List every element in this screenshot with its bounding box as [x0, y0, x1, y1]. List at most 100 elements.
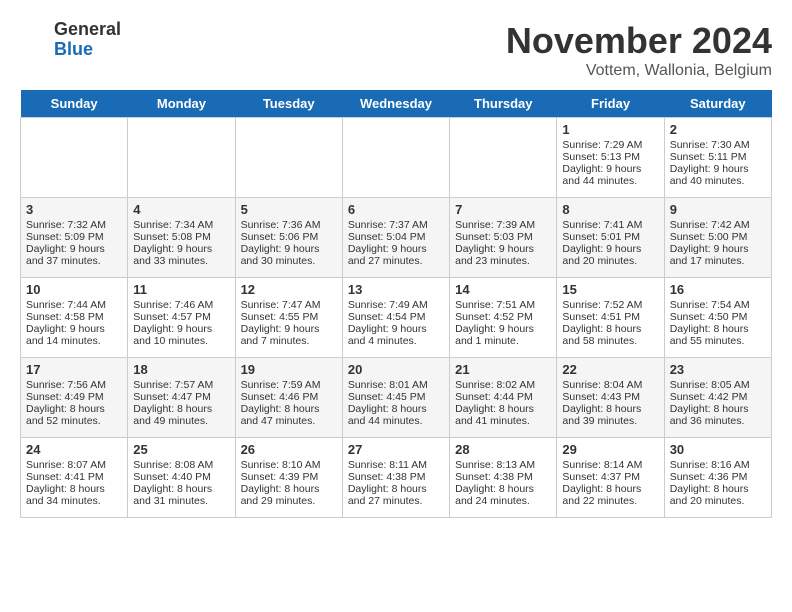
day-number: 29	[562, 442, 658, 457]
day-number: 7	[455, 202, 551, 217]
day-info: Sunset: 4:55 PM	[241, 311, 337, 323]
calendar-cell: 10Sunrise: 7:44 AMSunset: 4:58 PMDayligh…	[21, 278, 128, 358]
day-info: Sunrise: 8:16 AM	[670, 459, 766, 471]
calendar-cell: 2Sunrise: 7:30 AMSunset: 5:11 PMDaylight…	[664, 118, 771, 198]
calendar-body: 1 Sunrise: 7:29 AMSunset: 5:13 PM Daylight…	[21, 118, 772, 518]
calendar-cell: 21Sunrise: 8:02 AMSunset: 4:44 PMDayligh…	[450, 358, 557, 438]
day-number: 11	[133, 282, 229, 297]
day-info: Daylight: 9 hours and 14 minutes.	[26, 323, 122, 347]
day-number: 1	[562, 122, 658, 137]
day-info: Sunrise: 7:46 AM	[133, 299, 229, 311]
calendar-header: SundayMondayTuesdayWednesdayThursdayFrid…	[21, 90, 772, 118]
day-number: 8	[562, 202, 658, 217]
month-title: November 2024	[506, 20, 772, 62]
day-info: Daylight: 9 hours and 7 minutes.	[241, 323, 337, 347]
day-number: 28	[455, 442, 551, 457]
day-info: Sunrise: 8:05 AM	[670, 379, 766, 391]
day-info: Sunrise: 8:01 AM	[348, 379, 444, 391]
day-info: Daylight: 9 hours and 20 minutes.	[562, 243, 658, 267]
day-info: Sunset: 4:36 PM	[670, 471, 766, 483]
day-info: Sunset: 4:51 PM	[562, 311, 658, 323]
day-info: Daylight: 9 hours and 1 minute.	[455, 323, 551, 347]
day-number: 16	[670, 282, 766, 297]
day-info: Sunset: 4:52 PM	[455, 311, 551, 323]
calendar-cell: 17Sunrise: 7:56 AMSunset: 4:49 PMDayligh…	[21, 358, 128, 438]
calendar-cell: 24Sunrise: 8:07 AMSunset: 4:41 PMDayligh…	[21, 438, 128, 518]
day-info: Sunrise: 8:08 AM	[133, 459, 229, 471]
calendar-cell: 23Sunrise: 8:05 AMSunset: 4:42 PMDayligh…	[664, 358, 771, 438]
day-info: Sunrise: 7:47 AM	[241, 299, 337, 311]
logo-text: General Blue	[54, 20, 121, 60]
day-info: Sunset: 4:43 PM	[562, 391, 658, 403]
calendar-cell	[128, 118, 235, 198]
day-info: Sunrise: 8:11 AM	[348, 459, 444, 471]
logo-icon	[20, 25, 50, 55]
day-info: Sunset: 4:41 PM	[26, 471, 122, 483]
day-number: 23	[670, 362, 766, 377]
day-info: Daylight: 8 hours and 44 minutes.	[348, 403, 444, 427]
calendar-cell: 29Sunrise: 8:14 AMSunset: 4:37 PMDayligh…	[557, 438, 664, 518]
calendar-cell: 12Sunrise: 7:47 AMSunset: 4:55 PMDayligh…	[235, 278, 342, 358]
calendar-cell	[342, 118, 449, 198]
day-info: Sunset: 5:01 PM	[562, 231, 658, 243]
day-info: Sunrise: 7:39 AM	[455, 219, 551, 231]
calendar-cell: 7Sunrise: 7:39 AMSunset: 5:03 PMDaylight…	[450, 198, 557, 278]
day-info: Sunrise: 8:13 AM	[455, 459, 551, 471]
day-info: Sunrise: 8:10 AM	[241, 459, 337, 471]
day-number: 6	[348, 202, 444, 217]
week-row-5: 24 Sunrise: 8:07 AMSunset: 4:41 PM Dayligh…	[21, 438, 772, 518]
day-info: Daylight: 9 hours and 4 minutes.	[348, 323, 444, 347]
day-info: Sunset: 5:03 PM	[455, 231, 551, 243]
day-info: Sunset: 5:11 PM	[670, 151, 766, 163]
day-info: Sunrise: 8:07 AM	[26, 459, 122, 471]
calendar-cell: 30Sunrise: 8:16 AMSunset: 4:36 PMDayligh…	[664, 438, 771, 518]
day-number: 9	[670, 202, 766, 217]
day-info: Sunset: 4:39 PM	[241, 471, 337, 483]
week-row-2: 3 Sunrise: 7:32 AMSunset: 5:09 PM Daylight…	[21, 198, 772, 278]
calendar-cell: 22Sunrise: 8:04 AMSunset: 4:43 PMDayligh…	[557, 358, 664, 438]
calendar-cell: 6Sunrise: 7:37 AMSunset: 5:04 PMDaylight…	[342, 198, 449, 278]
day-info: Daylight: 9 hours and 17 minutes.	[670, 243, 766, 267]
calendar-cell: 5Sunrise: 7:36 AMSunset: 5:06 PMDaylight…	[235, 198, 342, 278]
day-number: 25	[133, 442, 229, 457]
day-number: 19	[241, 362, 337, 377]
day-info: Sunrise: 7:34 AM	[133, 219, 229, 231]
calendar-cell: 16Sunrise: 7:54 AMSunset: 4:50 PMDayligh…	[664, 278, 771, 358]
day-number: 17	[26, 362, 122, 377]
day-info: Sunrise: 7:32 AM	[26, 219, 122, 231]
day-info: Sunrise: 7:59 AM	[241, 379, 337, 391]
calendar-cell	[235, 118, 342, 198]
day-info: Sunset: 5:13 PM	[562, 151, 658, 163]
day-number: 2	[670, 122, 766, 137]
day-info: Daylight: 8 hours and 31 minutes.	[133, 483, 229, 507]
calendar-cell: 4Sunrise: 7:34 AMSunset: 5:08 PMDaylight…	[128, 198, 235, 278]
day-info: Sunset: 4:47 PM	[133, 391, 229, 403]
day-number: 10	[26, 282, 122, 297]
calendar-cell: 27Sunrise: 8:11 AMSunset: 4:38 PMDayligh…	[342, 438, 449, 518]
day-header-friday: Friday	[557, 90, 664, 118]
day-number: 15	[562, 282, 658, 297]
logo: General Blue	[20, 20, 121, 60]
day-info: Daylight: 8 hours and 22 minutes.	[562, 483, 658, 507]
day-info: Sunrise: 7:56 AM	[26, 379, 122, 391]
day-info: Daylight: 8 hours and 36 minutes.	[670, 403, 766, 427]
day-number: 24	[26, 442, 122, 457]
day-info: Sunrise: 7:30 AM	[670, 139, 766, 151]
day-info: Sunrise: 7:36 AM	[241, 219, 337, 231]
header-row: SundayMondayTuesdayWednesdayThursdayFrid…	[21, 90, 772, 118]
day-number: 4	[133, 202, 229, 217]
week-row-1: 1Sunrise: 7:29 AMSunset: 5:13 PMDaylight…	[21, 118, 772, 198]
day-info: Sunset: 4:46 PM	[241, 391, 337, 403]
day-info: Sunrise: 7:29 AM	[562, 139, 658, 151]
day-header-saturday: Saturday	[664, 90, 771, 118]
day-info: Sunset: 4:54 PM	[348, 311, 444, 323]
day-info: Daylight: 9 hours and 10 minutes.	[133, 323, 229, 347]
day-info: Sunset: 5:09 PM	[26, 231, 122, 243]
day-header-thursday: Thursday	[450, 90, 557, 118]
day-number: 3	[26, 202, 122, 217]
day-number: 13	[348, 282, 444, 297]
calendar-cell: 19Sunrise: 7:59 AMSunset: 4:46 PMDayligh…	[235, 358, 342, 438]
day-info: Sunset: 4:37 PM	[562, 471, 658, 483]
week-row-4: 17Sunrise: 7:56 AMSunset: 4:49 PMDayligh…	[21, 358, 772, 438]
day-info: Daylight: 9 hours and 30 minutes.	[241, 243, 337, 267]
